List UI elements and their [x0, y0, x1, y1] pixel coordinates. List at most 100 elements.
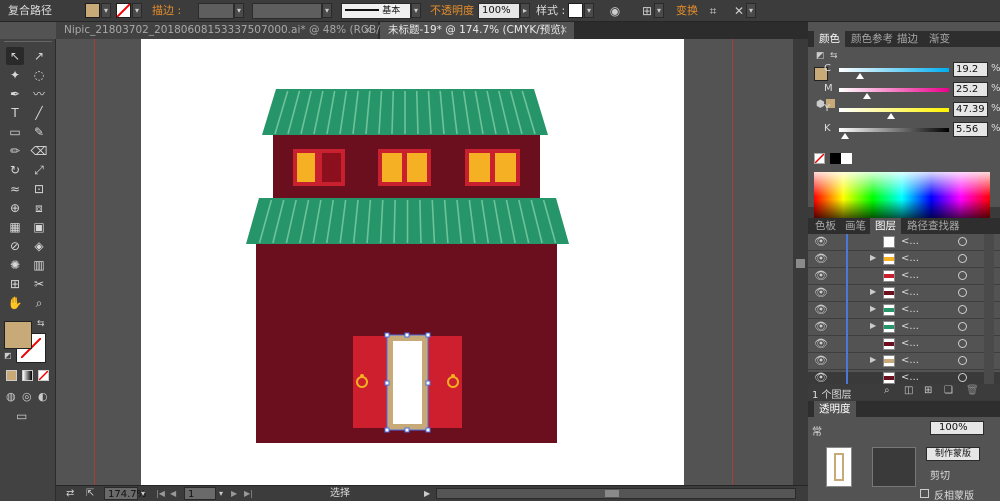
swap-icon[interactable]: ⇆ — [37, 319, 45, 329]
opacity-label[interactable]: 不透明度 : — [430, 3, 481, 19]
layer-name[interactable]: <... — [901, 270, 919, 281]
tab-brushes[interactable]: 画笔 — [840, 218, 871, 234]
expand-triangle-icon[interactable]: ▶ — [870, 287, 876, 296]
color-mode-icon[interactable] — [6, 370, 17, 381]
layer-name[interactable]: <... — [901, 287, 919, 298]
canvas-area[interactable] — [56, 39, 793, 485]
layer-row[interactable]: 👁 <... — [808, 336, 1000, 353]
prev-artboard-icon[interactable]: ◀ — [170, 487, 176, 500]
target-circle-icon[interactable] — [958, 373, 967, 382]
recolor-icon[interactable]: ◉ — [608, 3, 622, 19]
eye-icon[interactable]: 👁 — [814, 354, 828, 367]
slider-track[interactable] — [839, 128, 949, 132]
trash-icon[interactable]: 🗑 — [966, 385, 979, 396]
eye-icon[interactable]: 👁 — [814, 337, 828, 350]
slice-icon[interactable]: ✂ — [30, 275, 48, 293]
tab-gradient[interactable]: 渐变 — [924, 31, 955, 47]
mesh-icon[interactable]: ▦ — [6, 218, 24, 236]
door-opening[interactable] — [393, 341, 422, 424]
slider-track[interactable] — [839, 88, 949, 92]
status-icon[interactable]: ⇄ — [66, 487, 74, 500]
default-colors-icon[interactable]: ◩ — [4, 351, 12, 360]
gradient-mode-icon[interactable] — [22, 370, 33, 381]
tab-pathfinder[interactable]: 路径查找器 — [902, 218, 965, 234]
close-icon[interactable]: × — [559, 22, 568, 39]
default-colors-icon[interactable]: ◩ — [816, 51, 825, 61]
target-circle-icon[interactable] — [958, 237, 967, 246]
slider-thumb[interactable] — [887, 113, 896, 119]
graphic-style-dropdown[interactable]: ▾ — [584, 3, 594, 18]
layer-row[interactable]: 👁 ▶ <... — [808, 251, 1000, 268]
layers-scrollbar[interactable] — [984, 353, 994, 370]
layers-scrollbar[interactable] — [984, 336, 994, 353]
slider-thumb[interactable] — [862, 93, 871, 99]
none-mode-icon[interactable] — [38, 370, 49, 381]
last-artboard-icon[interactable]: ▶| — [244, 487, 253, 500]
eye-icon[interactable]: 👁 — [814, 269, 828, 282]
mask-thumbnail[interactable] — [872, 447, 916, 487]
eye-icon[interactable]: 👁 — [814, 371, 828, 384]
draw-behind-icon[interactable]: ◎ — [22, 390, 32, 403]
graphic-style-swatch[interactable] — [568, 3, 583, 18]
tab-layers[interactable]: 图层 — [870, 218, 901, 234]
target-circle-icon[interactable] — [958, 339, 967, 348]
eye-icon[interactable]: 👁 — [814, 286, 828, 299]
fill-dropdown[interactable]: ▾ — [101, 3, 111, 18]
artboard-number-field[interactable]: 1 — [184, 487, 216, 500]
line-icon[interactable]: ╱ — [30, 104, 48, 122]
clipping-mask-icon[interactable]: ◫ — [904, 385, 913, 396]
stroke-label[interactable]: 描边 : — [152, 3, 181, 19]
variable-width-field[interactable] — [252, 3, 322, 19]
expand-triangle-icon[interactable]: ▶ — [870, 355, 876, 364]
shape-builder-icon[interactable]: ⊕ — [6, 199, 24, 217]
door-panel-right[interactable] — [428, 336, 462, 428]
zoom-icon[interactable]: ⌕ — [30, 294, 48, 312]
layers-scrollbar[interactable] — [984, 285, 994, 302]
opacity-field[interactable]: 100% — [930, 421, 984, 435]
eye-icon[interactable]: 👁 — [814, 303, 828, 316]
new-layer-icon[interactable]: ❏ — [944, 385, 953, 396]
layer-name[interactable]: <... — [901, 304, 919, 315]
layer-row[interactable]: 👁 ▶ <... — [808, 319, 1000, 336]
new-sublayer-icon[interactable]: ⊞ — [924, 385, 932, 396]
curvature-icon[interactable]: 〰 — [30, 85, 48, 103]
brush-style-field[interactable]: 基本 — [341, 3, 411, 19]
fill-swatch[interactable] — [85, 3, 100, 18]
slider-c[interactable]: C 19.2% — [813, 61, 1000, 79]
layer-row[interactable]: 👁 ▶ <... — [808, 353, 1000, 370]
target-circle-icon[interactable] — [958, 356, 967, 365]
slider-track[interactable] — [839, 108, 949, 112]
slider-m[interactable]: M 25.2% — [813, 81, 1000, 99]
arrange-icon[interactable]: ✕ — [732, 3, 746, 19]
target-circle-icon[interactable] — [958, 271, 967, 280]
target-circle-icon[interactable] — [958, 322, 967, 331]
expand-triangle-icon[interactable]: ▶ — [870, 321, 876, 330]
channel-value-field[interactable]: 19.2 — [953, 62, 988, 77]
paintbrush-icon[interactable]: ✎ — [30, 123, 48, 141]
warp-icon[interactable]: ≈ — [6, 180, 24, 198]
draw-inside-icon[interactable]: ◐ — [38, 390, 48, 403]
layers-scrollbar[interactable] — [984, 319, 994, 336]
selection-arrow-icon[interactable]: ↖ — [6, 47, 24, 65]
draw-normal-icon[interactable]: ◍ — [6, 390, 16, 403]
target-circle-icon[interactable] — [958, 288, 967, 297]
tab-color[interactable]: 颜色 — [814, 31, 845, 47]
magic-wand-icon[interactable]: ✦ — [6, 66, 24, 84]
target-circle-icon[interactable] — [958, 305, 967, 314]
eye-icon[interactable]: 👁 — [814, 252, 828, 265]
transform-label[interactable]: 变换 — [676, 3, 698, 19]
arrange-dropdown[interactable]: ▾ — [746, 3, 756, 18]
align-icon[interactable]: ⊞ — [640, 3, 654, 19]
layers-scrollbar[interactable] — [984, 268, 994, 285]
gradient-icon[interactable]: ▣ — [30, 218, 48, 236]
pen-icon[interactable]: ✒ — [6, 85, 24, 103]
opacity-field[interactable]: 100% — [478, 3, 520, 19]
next-artboard-icon[interactable]: ▶ — [231, 487, 237, 500]
house-illustration[interactable] — [141, 39, 684, 485]
rotate-icon[interactable]: ↻ — [6, 161, 24, 179]
expand-triangle-icon[interactable]: ▶ — [870, 304, 876, 313]
first-artboard-icon[interactable]: |◀ — [156, 487, 165, 500]
black-swatch[interactable] — [830, 153, 841, 164]
slider-track[interactable] — [839, 68, 949, 72]
expand-triangle-icon[interactable]: ▶ — [870, 253, 876, 262]
